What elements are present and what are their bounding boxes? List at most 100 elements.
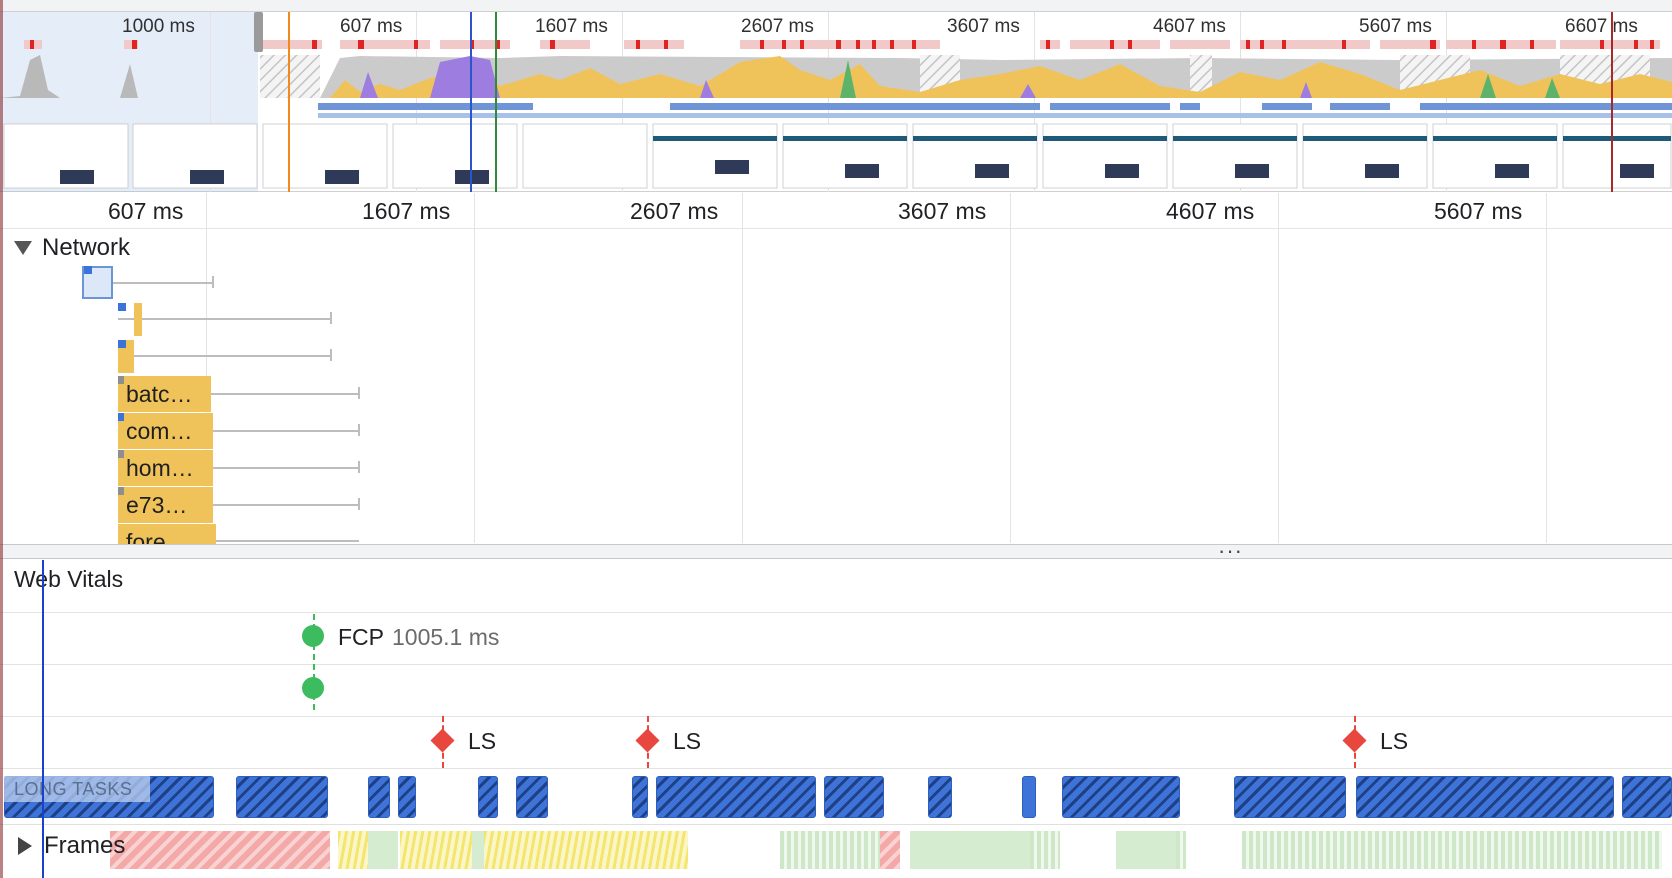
long-tasks-label: LONG TASKS: [4, 776, 150, 802]
jank-markers: [24, 40, 1660, 49]
row-separator: [0, 716, 1672, 717]
long-task[interactable]: [236, 776, 328, 818]
request-priority-marker: [118, 340, 126, 348]
network-request-bar[interactable]: [134, 303, 142, 336]
request-whisker: [216, 540, 359, 542]
expand-triangle-icon[interactable]: [18, 837, 32, 855]
dropped-frame[interactable]: [110, 831, 330, 869]
request-whisker-cap: [212, 276, 214, 288]
network-request-bar[interactable]: hom…: [118, 450, 213, 486]
request-whisker-cap: [330, 312, 332, 324]
request-whisker-cap: [358, 387, 360, 399]
long-task[interactable]: [632, 776, 648, 818]
fcp-marker-icon[interactable]: [302, 677, 324, 699]
layout-shift-marker-icon[interactable]: [430, 728, 455, 753]
request-lead-marker: [118, 450, 124, 458]
web-vitals-track-title: Web Vitals: [14, 566, 124, 592]
ruler-label: 1607 ms: [362, 198, 451, 224]
long-task[interactable]: [928, 776, 952, 818]
request-whisker-cap: [358, 461, 360, 473]
long-task[interactable]: [656, 776, 816, 818]
long-task[interactable]: [1356, 776, 1614, 818]
request-whisker-cap: [330, 349, 332, 361]
frame[interactable]: [1116, 831, 1176, 869]
frame[interactable]: [472, 831, 484, 869]
marker-line-orange: [288, 12, 290, 192]
ruler-label: 5607 ms: [1434, 198, 1523, 224]
ruler-label: 4607 ms: [1166, 198, 1255, 224]
filmstrip: [3, 123, 1672, 189]
fcp-marker-icon[interactable]: [302, 625, 324, 647]
request-whisker-cap: [358, 498, 360, 510]
network-track-header[interactable]: Network: [14, 234, 130, 262]
partial-frame[interactable]: [338, 831, 368, 869]
timeline-overview[interactable]: 1000 ms 607 ms 1607 ms 2607 ms 3607 ms 4…: [0, 0, 1672, 192]
network-request-bar[interactable]: batc…: [118, 376, 211, 412]
frames-track-title: Frames: [44, 832, 126, 859]
request-lead-marker: [118, 376, 124, 384]
network-request-label: e73…: [126, 492, 188, 518]
time-ruler: 607 ms 1607 ms 2607 ms 3607 ms 4607 ms 5…: [0, 193, 1672, 229]
ruler-label: 607 ms: [108, 198, 184, 224]
network-request-bar[interactable]: fore…: [118, 524, 216, 544]
frame[interactable]: [1242, 831, 1662, 869]
layout-shift-label: LS: [673, 728, 702, 754]
frames-track-header[interactable]: Frames: [18, 832, 125, 860]
request-whisker: [210, 393, 359, 395]
request-whisker: [212, 504, 359, 506]
gridline: [1546, 193, 1547, 543]
frames-track[interactable]: [0, 824, 1672, 878]
window-left-edge: [0, 0, 3, 878]
gridline: [742, 193, 743, 543]
request-lead-marker: [118, 413, 124, 421]
long-task[interactable]: [368, 776, 390, 818]
time-cursor-line: [42, 560, 44, 878]
long-task[interactable]: [478, 776, 498, 818]
layout-shift-label: LS: [468, 728, 497, 754]
network-overflow-clip: fore…: [0, 520, 1672, 544]
fcp-metric-name: FCP: [338, 624, 384, 650]
long-task[interactable]: [824, 776, 884, 818]
overview-activity-chart: [0, 40, 1672, 189]
long-task[interactable]: [1022, 776, 1036, 818]
overview-window-handle[interactable]: [254, 12, 263, 52]
dropped-frame[interactable]: [880, 831, 900, 869]
gridline: [1278, 193, 1279, 543]
marker-line-green: [495, 12, 497, 192]
layout-shift-marker-icon[interactable]: [1342, 728, 1367, 753]
long-task[interactable]: [1234, 776, 1346, 818]
partial-frame[interactable]: [400, 831, 472, 869]
panel-splitter[interactable]: [0, 544, 1672, 559]
network-track-title: Network: [42, 234, 131, 261]
network-request-label: hom…: [126, 455, 194, 481]
partial-frame[interactable]: [484, 831, 688, 869]
gridline: [1010, 193, 1011, 543]
ruler-label: 3607 ms: [898, 198, 987, 224]
request-whisker: [118, 318, 331, 320]
long-task[interactable]: [1062, 776, 1180, 818]
request-whisker: [212, 467, 359, 469]
gridline: [474, 193, 475, 543]
long-task[interactable]: [516, 776, 548, 818]
ruler-label: 2607 ms: [630, 198, 719, 224]
frame[interactable]: [780, 831, 880, 869]
network-request-label: com…: [126, 418, 193, 444]
frame[interactable]: [1176, 831, 1186, 869]
fcp-label: FCP 1005.1 ms: [338, 624, 499, 651]
layout-shift-label: LS: [1380, 728, 1409, 754]
splitter-grip-icon[interactable]: ···: [1218, 538, 1243, 564]
frame[interactable]: [1030, 831, 1060, 869]
request-priority-marker: [84, 266, 92, 274]
long-task[interactable]: [1622, 776, 1672, 818]
collapse-triangle-icon[interactable]: [14, 241, 32, 255]
network-request-bar[interactable]: com…: [118, 413, 213, 449]
layout-shift-marker-icon[interactable]: [635, 728, 660, 753]
frame[interactable]: [368, 831, 398, 869]
row-separator: [0, 664, 1672, 665]
network-request-bar[interactable]: e73…: [118, 487, 213, 523]
long-task[interactable]: [398, 776, 416, 818]
fcp-metric-value: 1005.1 ms: [392, 624, 500, 650]
request-whisker-cap: [358, 424, 360, 436]
frame[interactable]: [910, 831, 1030, 869]
request-whisker: [113, 282, 213, 284]
